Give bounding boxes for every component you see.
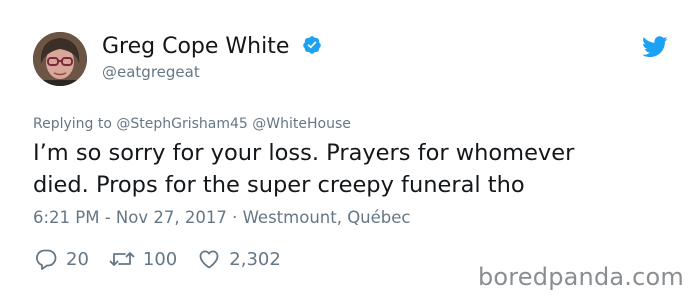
heart-icon bbox=[199, 250, 219, 269]
tweet-text: I’m so sorry for your loss. Prayers for … bbox=[33, 137, 673, 201]
retweet-icon bbox=[109, 252, 135, 266]
tweet-timestamp-location[interactable]: 6:21 PM - Nov 27, 2017 · Westmount, Québ… bbox=[33, 206, 411, 230]
reply-button[interactable]: 20 bbox=[33, 247, 89, 271]
like-count: 2,302 bbox=[229, 248, 281, 270]
verified-badge-icon bbox=[303, 36, 322, 54]
watermark: boredpanda.com bbox=[477, 263, 684, 291]
like-button[interactable]: 2,302 bbox=[196, 247, 281, 271]
tweet-card: Greg Cope White @eatgregeat Replying to … bbox=[0, 0, 700, 302]
retweet-button[interactable]: 100 bbox=[108, 247, 177, 271]
tweet-actions: 20 100 2,302 bbox=[33, 244, 300, 274]
user-handle[interactable]: @eatgregeat bbox=[102, 62, 200, 82]
reply-count: 20 bbox=[66, 248, 89, 270]
avatar[interactable] bbox=[33, 32, 87, 86]
retweet-count: 100 bbox=[142, 248, 178, 270]
tweet-text-line-1: I’m so sorry for your loss. Prayers for … bbox=[33, 140, 575, 166]
twitter-bird-icon[interactable] bbox=[642, 36, 668, 58]
reply-icon bbox=[36, 249, 57, 270]
tweet-text-line-2: died. Props for the super creepy funeral… bbox=[33, 172, 525, 198]
replying-to: Replying to @StephGrisham45 @WhiteHouse bbox=[33, 115, 351, 133]
display-name-text: Greg Cope White bbox=[102, 34, 290, 59]
user-display-name[interactable]: Greg Cope White bbox=[102, 33, 322, 61]
avatar-image bbox=[33, 32, 87, 86]
replying-prefix: Replying to bbox=[33, 116, 117, 132]
replying-mentions[interactable]: @StephGrisham45 @WhiteHouse bbox=[116, 116, 350, 132]
